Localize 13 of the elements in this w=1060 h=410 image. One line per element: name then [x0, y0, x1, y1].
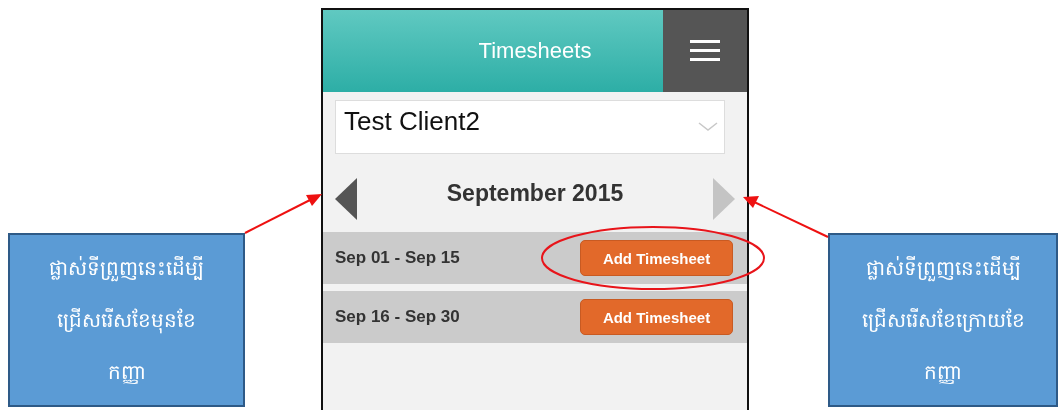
- chevron-down-icon: [698, 122, 718, 132]
- previous-arrow-icon[interactable]: [335, 178, 357, 220]
- month-title: September 2015: [446, 179, 624, 207]
- client-dropdown[interactable]: Test Client2: [335, 100, 725, 154]
- add-timesheet-button[interactable]: Add Timesheet: [580, 299, 733, 335]
- header-title: Timesheets: [477, 37, 593, 65]
- menu-icon: [690, 40, 720, 62]
- callout-text: ផ្លាស់ទីព្រួញនេះដើម្បី ជ្រើសរើសខែក្រោយខែ កញ្ញា: [861, 255, 1025, 386]
- period-label: Sep 01 - Sep 15: [335, 248, 460, 268]
- add-timesheet-button[interactable]: Add Timesheet: [580, 240, 733, 276]
- period-label: Sep 16 - Sep 30: [335, 307, 460, 327]
- callout-text: ផ្លាស់ទីព្រួញនេះដើម្បី ជ្រើសរើសខែមុនខែ កញ្ញា: [49, 255, 204, 386]
- menu-button[interactable]: [663, 10, 747, 92]
